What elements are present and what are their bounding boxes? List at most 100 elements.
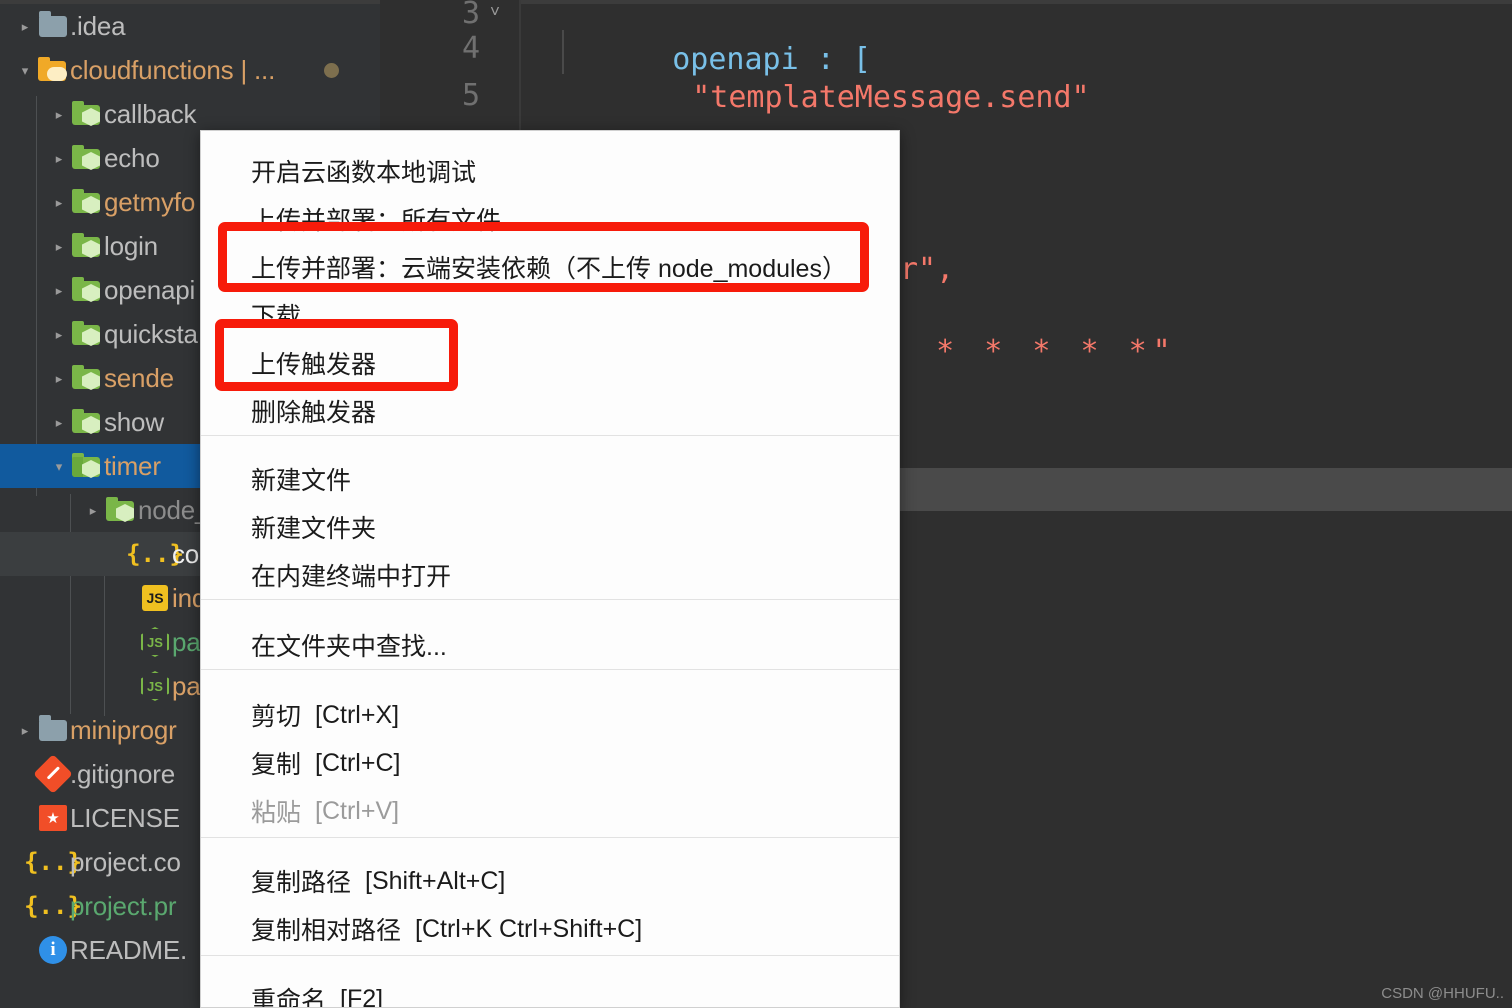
file-context-menu[interactable]: 开启云函数本地调试 上传并部署：所有文件上传并部署：云端安装依赖（不上传 node… [200, 130, 900, 1008]
node-package-icon: JS [138, 671, 172, 701]
tree-item-label: .idea [70, 10, 126, 41]
menu-item-label: 剪切 [251, 703, 302, 731]
code-fragment-right-2: ) * * * * *" [888, 334, 1177, 369]
menu-separator [201, 435, 899, 436]
chevron-right-icon[interactable]: ▸ [48, 108, 70, 121]
cloud-function-folder-icon [70, 187, 104, 217]
tree-item-label: getmyfo [104, 186, 196, 217]
tree-item-label: openapi [104, 274, 196, 305]
menu-item-label: 新建文件 [251, 467, 352, 495]
tree-twisty-placeholder [116, 680, 138, 693]
chevron-right-icon[interactable]: ▸ [82, 504, 104, 517]
folder-icon [36, 10, 70, 41]
tree-item-label: project.co [70, 846, 181, 877]
menu-item[interactable]: 下载 [201, 291, 899, 339]
tree-item-label: quicksta [104, 318, 198, 349]
menu-item[interactable]: 重命名 [F2] [201, 975, 899, 1008]
cloud-function-folder-icon [70, 275, 104, 305]
code-token-string: "templateMessage.send" [692, 80, 1090, 115]
menu-item-label: 下载 [251, 303, 302, 331]
tree-twisty-placeholder [14, 768, 36, 781]
cloud-function-folder-icon [70, 143, 104, 173]
chevron-right-icon[interactable]: ▸ [48, 152, 70, 165]
code-fragment-right-1: r", [900, 252, 955, 287]
info-icon: i [36, 935, 70, 965]
menu-separator [201, 955, 899, 956]
tree-twisty-placeholder [14, 812, 36, 825]
json-file-icon: {..} [126, 540, 184, 568]
menu-item[interactable]: 新建文件 [201, 455, 899, 503]
menu-item[interactable]: 复制相对路径 [Ctrl+K Ctrl+Shift+C] [201, 905, 899, 953]
tree-item-label: miniprogr [70, 714, 177, 745]
menu-item-label: 重命名 [251, 987, 327, 1008]
cloud-function-folder-open-icon [70, 451, 104, 481]
license-icon: ★ [36, 803, 70, 833]
cloud-function-folder-icon [104, 495, 138, 525]
menu-item[interactable]: 上传并部署：云端安装依赖（不上传 node_modules） [201, 243, 899, 291]
menu-item-label: 复制 [251, 751, 302, 779]
tree-item-label: .gitignore [70, 758, 175, 789]
watermark: CSDN @HHUFU.. [1381, 985, 1504, 1002]
chevron-right-icon[interactable]: ▸ [48, 328, 70, 341]
menu-item-label: 上传并部署：所有文件 [251, 207, 502, 235]
line-number: 4 [461, 31, 480, 66]
cloud-function-folder-icon [70, 231, 104, 261]
indent-guide [562, 30, 564, 74]
menu-item-label: 删除触发器 [251, 399, 377, 427]
tree-item-label: timer [104, 450, 161, 481]
chevron-right-icon[interactable]: ▸ [48, 196, 70, 209]
menu-item-label: 上传并部署：云端安装依赖（不上传 node_modules） [251, 255, 847, 283]
menu-item[interactable]: 在内建终端中打开 [201, 551, 899, 599]
cloud-function-folder-icon [70, 407, 104, 437]
chevron-right-icon[interactable]: ▸ [14, 724, 36, 737]
tree-item-label: README. [70, 934, 188, 965]
tree-twisty-placeholder [14, 944, 36, 957]
menu-item[interactable]: 开启云函数本地调试 [201, 147, 899, 195]
tree-row[interactable]: ▾ cloudfunctions | ... [0, 48, 380, 92]
chevron-down-icon[interactable]: ▾ [48, 460, 70, 473]
json-file-icon: {..} [24, 848, 82, 876]
menu-item[interactable]: 复制路径 [Shift+Alt+C] [201, 857, 899, 905]
node-package-icon: JS [138, 627, 172, 657]
menu-item[interactable]: 上传并部署：所有文件 [201, 195, 899, 243]
menu-item[interactable]: 上传触发器 [201, 339, 899, 387]
menu-item[interactable]: 删除触发器 [201, 387, 899, 435]
tree-twisty-placeholder [116, 592, 138, 605]
chevron-right-icon[interactable]: ▸ [14, 20, 36, 33]
menu-item-label: 上传触发器 [251, 351, 377, 379]
menu-item-label: 复制相对路径 [251, 917, 402, 945]
line-number: 5 [461, 78, 480, 113]
tree-item-label: sende [104, 362, 174, 393]
menu-item[interactable]: 复制 [Ctrl+C] [201, 739, 899, 787]
menu-item-label: 开启云函数本地调试 [251, 159, 477, 187]
chevron-down-icon[interactable]: ▾ [14, 64, 36, 77]
menu-item-shortcut: [Ctrl+V] [315, 796, 400, 825]
cloud-function-folder-icon [70, 363, 104, 393]
menu-item-label: 在文件夹中查找... [251, 633, 447, 661]
tree-twisty-placeholder [116, 636, 138, 649]
cloud-function-folder-icon [70, 99, 104, 129]
menu-item[interactable]: 在文件夹中查找... [201, 621, 899, 669]
menu-separator [201, 599, 899, 600]
folder-icon [36, 714, 70, 745]
chevron-right-icon[interactable]: ▸ [48, 284, 70, 297]
tree-item-label: login [104, 230, 158, 261]
menu-item-label: 粘贴 [251, 799, 302, 827]
menu-item-shortcut: [Shift+Alt+C] [365, 866, 506, 895]
cloud-function-folder-icon [70, 319, 104, 349]
chevron-right-icon[interactable]: ▸ [48, 416, 70, 429]
chevron-down-icon[interactable]: ˅ [490, 0, 500, 36]
menu-item[interactable]: 新建文件夹 [201, 503, 899, 551]
chevron-right-icon[interactable]: ▸ [48, 240, 70, 253]
menu-separator [201, 837, 899, 838]
chevron-right-icon[interactable]: ▸ [48, 372, 70, 385]
modified-indicator-dot [324, 63, 339, 78]
json-file-icon: {..} [24, 892, 82, 920]
tree-row[interactable]: ▸ .idea [0, 4, 380, 48]
menu-item-label: 新建文件夹 [251, 515, 377, 543]
menu-item-shortcut: [Ctrl+X] [315, 700, 400, 729]
menu-separator [201, 669, 899, 670]
cloud-folder-icon [36, 55, 70, 85]
menu-item[interactable]: 剪切 [Ctrl+X] [201, 691, 899, 739]
tree-item-label: cloudfunctions | ... [70, 54, 276, 85]
